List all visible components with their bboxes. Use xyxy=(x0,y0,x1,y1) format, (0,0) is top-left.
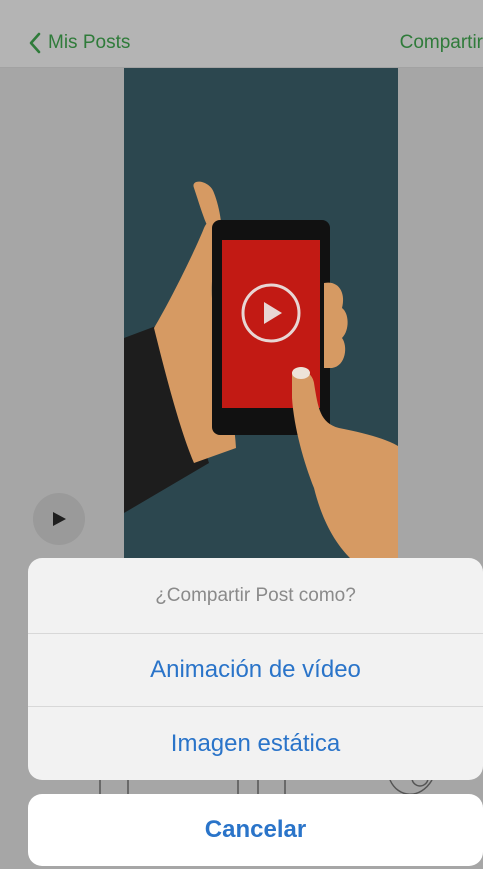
cancel-button[interactable]: Cancelar xyxy=(28,794,483,866)
play-icon xyxy=(53,512,66,526)
share-button-label: Compartir xyxy=(399,32,483,53)
play-button[interactable] xyxy=(33,493,85,545)
phone-illustration xyxy=(124,181,398,560)
share-button[interactable]: Compartir xyxy=(400,28,483,58)
screen: Mis Posts Compartir ¿Compartir Post como… xyxy=(0,0,483,869)
option-static-image-button[interactable]: Imagen estática xyxy=(28,707,483,780)
option-video-animation-button[interactable]: Animación de vídeo xyxy=(28,634,483,707)
chevron-left-icon xyxy=(29,32,41,54)
navigation-bar: Mis Posts Compartir xyxy=(0,0,483,68)
back-button[interactable]: Mis Posts xyxy=(28,28,130,58)
action-sheet: ¿Compartir Post como? Animación de vídeo… xyxy=(28,558,483,780)
back-button-label: Mis Posts xyxy=(48,32,131,53)
post-preview-image xyxy=(124,68,398,560)
action-sheet-title: ¿Compartir Post como? xyxy=(28,558,483,634)
